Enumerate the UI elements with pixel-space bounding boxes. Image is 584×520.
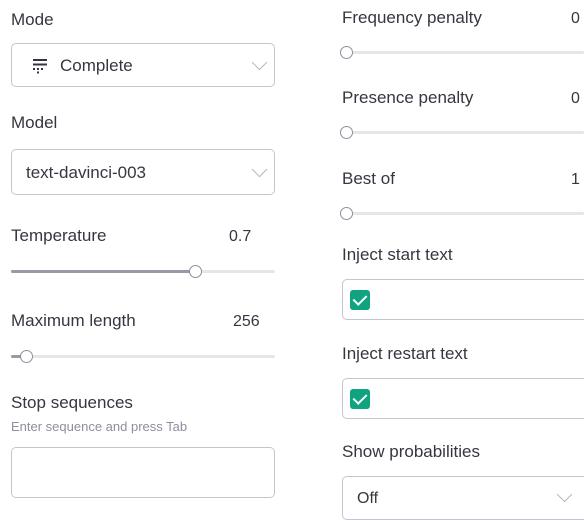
- inject-start-field[interactable]: [342, 279, 584, 320]
- mode-value: Complete: [60, 56, 133, 75]
- inject-start-label: Inject start text: [342, 245, 453, 264]
- inject-restart-checkbox[interactable]: [350, 389, 370, 409]
- mode-label: Mode: [11, 10, 54, 29]
- stop-sequences-hint: Enter sequence and press Tab: [11, 419, 188, 434]
- model-select[interactable]: text-davinci-003: [11, 149, 275, 195]
- frequency-penalty-slider-thumb[interactable]: [340, 46, 353, 59]
- best-of-label: Best of: [342, 169, 395, 188]
- inject-restart-field[interactable]: [342, 378, 584, 419]
- chevron-down-icon: [556, 486, 573, 503]
- max-length-slider[interactable]: [11, 350, 275, 363]
- show-probabilities-select[interactable]: Off: [342, 476, 584, 520]
- stop-sequences-label: Stop sequences: [11, 393, 133, 412]
- show-probabilities-value: Off: [357, 490, 379, 507]
- max-length-slider-thumb[interactable]: [20, 350, 34, 363]
- temperature-value: 0.7: [229, 228, 252, 245]
- presence-penalty-value: 0: [571, 90, 580, 107]
- mode-select[interactable]: Complete: [11, 43, 275, 87]
- presence-penalty-slider-thumb[interactable]: [340, 126, 353, 139]
- presence-penalty-slider[interactable]: [340, 126, 584, 139]
- temperature-slider-fill: [11, 270, 196, 273]
- inject-restart-label: Inject restart text: [342, 344, 468, 363]
- frequency-penalty-slider[interactable]: [340, 46, 584, 59]
- show-probabilities-label: Show probabilities: [342, 442, 480, 461]
- temperature-slider-thumb[interactable]: [189, 265, 203, 278]
- frequency-penalty-label: Frequency penalty: [342, 8, 482, 27]
- model-label: Model: [11, 113, 58, 132]
- frequency-penalty-value: 0: [571, 10, 580, 27]
- stop-sequences-input[interactable]: [11, 447, 275, 498]
- chevron-down-icon: [251, 161, 268, 178]
- presence-penalty-label: Presence penalty: [342, 88, 474, 107]
- complete-lines-icon: [32, 58, 48, 74]
- model-value: text-davinci-003: [26, 163, 147, 182]
- best-of-slider[interactable]: [340, 207, 584, 220]
- temperature-label: Temperature: [11, 226, 107, 245]
- inject-start-checkbox[interactable]: [350, 290, 370, 310]
- temperature-slider[interactable]: [11, 265, 275, 278]
- best-of-slider-thumb[interactable]: [340, 207, 353, 220]
- chevron-down-icon: [251, 54, 268, 71]
- max-length-label: Maximum length: [11, 311, 136, 330]
- max-length-value: 256: [233, 313, 260, 330]
- best-of-value: 1: [571, 171, 580, 188]
